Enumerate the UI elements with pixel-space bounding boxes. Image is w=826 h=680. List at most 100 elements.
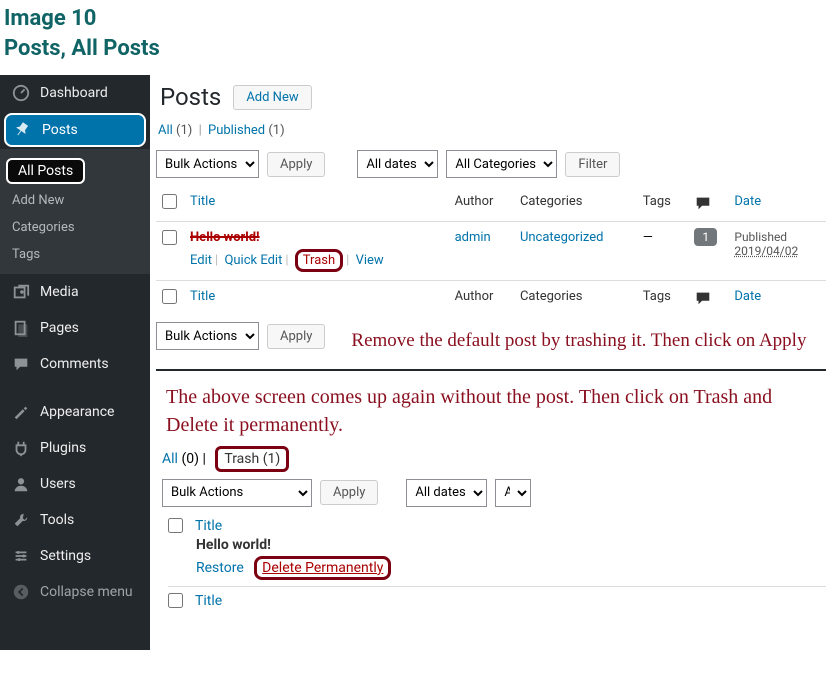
- delete-permanently-highlight: Delete Permanently: [254, 556, 391, 580]
- col-author: Author: [449, 186, 514, 222]
- sidebar-label-tools: Tools: [40, 512, 74, 528]
- pages-icon: [12, 319, 30, 337]
- appearance-icon: [12, 403, 30, 421]
- filter-button[interactable]: Filter: [565, 152, 620, 177]
- main-content: Posts Add New All (1) | Published (1) Bu…: [150, 75, 826, 650]
- row-category[interactable]: Uncategorized: [520, 230, 603, 245]
- table-footer-row: Title Author Categories Tags Date: [156, 281, 826, 317]
- add-new-button[interactable]: Add New: [233, 85, 311, 110]
- pin-icon: [14, 121, 32, 139]
- row-action-trash[interactable]: Trash: [303, 253, 335, 268]
- sidebar-label-appearance: Appearance: [40, 404, 114, 420]
- sidebar-sub-add-new[interactable]: Add New: [0, 187, 150, 214]
- col-date-footer[interactable]: Date: [728, 281, 826, 317]
- doc-heading-line1: Image 10: [4, 6, 96, 31]
- filter-all[interactable]: All: [158, 123, 173, 138]
- sidebar-sub-categories[interactable]: Categories: [0, 214, 150, 241]
- apply-button-trash[interactable]: Apply: [320, 480, 378, 505]
- status-filters: All (1) | Published (1): [156, 121, 826, 146]
- sidebar-label-comments: Comments: [40, 356, 109, 372]
- trash-state-panel: All (0) | Trash (1) Bulk Actions Apply A…: [156, 449, 826, 612]
- bulk-toolbar-bottom: Bulk Actions Apply: [156, 322, 325, 350]
- col-categories-footer: Categories: [514, 281, 637, 317]
- bulk-actions-select-bottom[interactable]: Bulk Actions: [156, 322, 259, 350]
- row-action-trash-highlight: Trash: [295, 249, 343, 272]
- row-checkbox[interactable]: [162, 230, 177, 245]
- col-title-footer[interactable]: Title: [184, 281, 449, 317]
- section-divider: [156, 369, 826, 371]
- sidebar-label-media: Media: [40, 284, 79, 300]
- row-actions: Edit| Quick Edit| Trash| View: [190, 245, 443, 272]
- trash-list: Title Hello world! Restore Delete Perman…: [162, 515, 826, 612]
- select-all-footer-checkbox[interactable]: [162, 289, 177, 304]
- sidebar-posts-submenu: All Posts Add New Categories Tags: [0, 149, 150, 274]
- select-all-checkbox[interactable]: [162, 194, 177, 209]
- tools-icon: [12, 511, 30, 529]
- col-date[interactable]: Date: [728, 186, 826, 222]
- row-date: 2019/04/02: [734, 244, 798, 258]
- sidebar-item-media[interactable]: Media: [0, 274, 150, 310]
- post-title[interactable]: Hello world!: [190, 230, 260, 245]
- sidebar-item-posts[interactable]: Posts: [4, 113, 146, 147]
- sidebar-item-comments[interactable]: Comments: [0, 346, 150, 382]
- apply-button-bottom[interactable]: Apply: [267, 324, 325, 349]
- categories-select[interactable]: All Categories: [446, 150, 557, 178]
- row-action-quick-edit[interactable]: Quick Edit: [224, 253, 282, 268]
- sidebar-label-pages: Pages: [40, 320, 79, 336]
- sidebar-label-settings: Settings: [40, 548, 91, 564]
- comments-column-icon: [694, 194, 722, 212]
- filter-all-count-trash: (0): [181, 451, 199, 467]
- row-date-status: Published: [734, 230, 787, 244]
- row-comment-count[interactable]: 1: [694, 228, 717, 246]
- trash-post-title: Hello world!: [168, 537, 826, 553]
- sidebar-label-posts: Posts: [42, 122, 78, 138]
- row-action-edit[interactable]: Edit: [190, 253, 212, 268]
- page-title: Posts: [160, 83, 221, 111]
- trash-list-header: Title: [168, 515, 826, 537]
- categories-select-trash[interactable]: Al: [495, 479, 531, 507]
- sidebar-item-pages[interactable]: Pages: [0, 310, 150, 346]
- filter-separator: |: [196, 123, 205, 138]
- sidebar-item-dashboard[interactable]: Dashboard: [0, 75, 150, 111]
- apply-button[interactable]: Apply: [267, 152, 325, 177]
- sidebar-label-collapse: Collapse menu: [40, 584, 133, 600]
- collapse-icon: [12, 583, 30, 601]
- trash-col-title[interactable]: Title: [195, 518, 222, 534]
- bulk-actions-select[interactable]: Bulk Actions: [156, 150, 259, 178]
- filter-all-trash[interactable]: All: [162, 451, 178, 467]
- col-title[interactable]: Title: [184, 186, 449, 222]
- comments-icon: [12, 355, 30, 373]
- filter-published[interactable]: Published: [208, 123, 265, 138]
- wp-admin-frame: Dashboard Posts All Posts Add New Catego…: [0, 75, 826, 650]
- filter-trash-highlight: Trash (1): [215, 446, 289, 472]
- sidebar-item-tools[interactable]: Tools: [0, 502, 150, 538]
- sidebar-item-users[interactable]: Users: [0, 466, 150, 502]
- sidebar-item-appearance[interactable]: Appearance: [0, 394, 150, 430]
- filter-trash-count: (1): [263, 451, 281, 467]
- col-author-footer: Author: [449, 281, 514, 317]
- sidebar-item-plugins[interactable]: Plugins: [0, 430, 150, 466]
- sidebar-label-users: Users: [40, 476, 76, 492]
- sidebar-item-settings[interactable]: Settings: [0, 538, 150, 574]
- posts-table: Title Author Categories Tags Date Hello …: [156, 186, 826, 316]
- trash-select-all[interactable]: [168, 518, 183, 533]
- filter-trash-label[interactable]: Trash: [224, 451, 259, 467]
- sidebar-sub-tags[interactable]: Tags: [0, 241, 150, 268]
- row-action-view[interactable]: View: [356, 253, 384, 268]
- filter-all-count: (1): [176, 123, 192, 138]
- trash-action-delete-permanently[interactable]: Delete Permanently: [262, 560, 383, 576]
- trash-select-all-footer[interactable]: [168, 593, 183, 608]
- bulk-actions-select-trash[interactable]: Bulk Actions: [162, 479, 312, 507]
- sidebar-item-collapse[interactable]: Collapse menu: [0, 574, 150, 610]
- dates-select[interactable]: All dates: [357, 150, 438, 178]
- plugins-icon: [12, 439, 30, 457]
- bulk-toolbar: Bulk Actions Apply All dates All Categor…: [156, 146, 826, 186]
- dates-select-trash[interactable]: All dates: [406, 479, 487, 507]
- sidebar-sub-all-posts[interactable]: All Posts: [6, 158, 85, 184]
- trash-action-restore[interactable]: Restore: [196, 560, 244, 576]
- settings-icon: [12, 547, 30, 565]
- trash-col-title-footer[interactable]: Title: [195, 593, 222, 609]
- row-author[interactable]: admin: [455, 230, 491, 245]
- sidebar-label-plugins: Plugins: [40, 440, 86, 456]
- users-icon: [12, 475, 30, 493]
